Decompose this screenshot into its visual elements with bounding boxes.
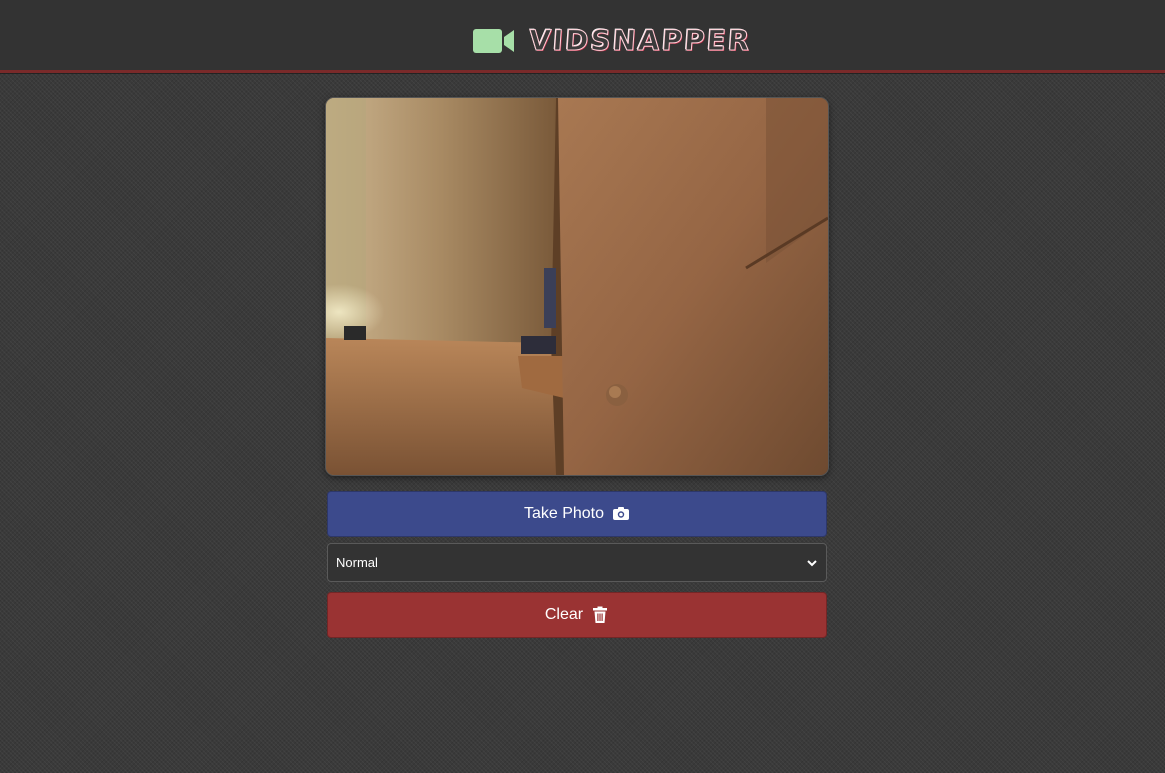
app-title: VIDSNAPPER bbox=[527, 24, 753, 58]
chevron-down-icon bbox=[807, 559, 817, 566]
filter-select[interactable]: Normal bbox=[327, 543, 827, 582]
brand: VIDSNAPPER bbox=[473, 22, 753, 60]
camera-feed-image bbox=[326, 98, 828, 475]
clear-label: Clear bbox=[544, 606, 584, 623]
video-camera-icon bbox=[473, 29, 514, 53]
trash-icon bbox=[593, 606, 608, 623]
camera-icon bbox=[613, 507, 630, 520]
app-header: VIDSNAPPER bbox=[0, 0, 1165, 73]
take-photo-label: Take Photo bbox=[523, 505, 605, 522]
camera-preview bbox=[326, 98, 828, 475]
filter-selected-value: Normal bbox=[336, 555, 378, 570]
take-photo-button[interactable]: Take Photo bbox=[327, 491, 827, 537]
clear-button[interactable]: Clear bbox=[327, 592, 827, 638]
